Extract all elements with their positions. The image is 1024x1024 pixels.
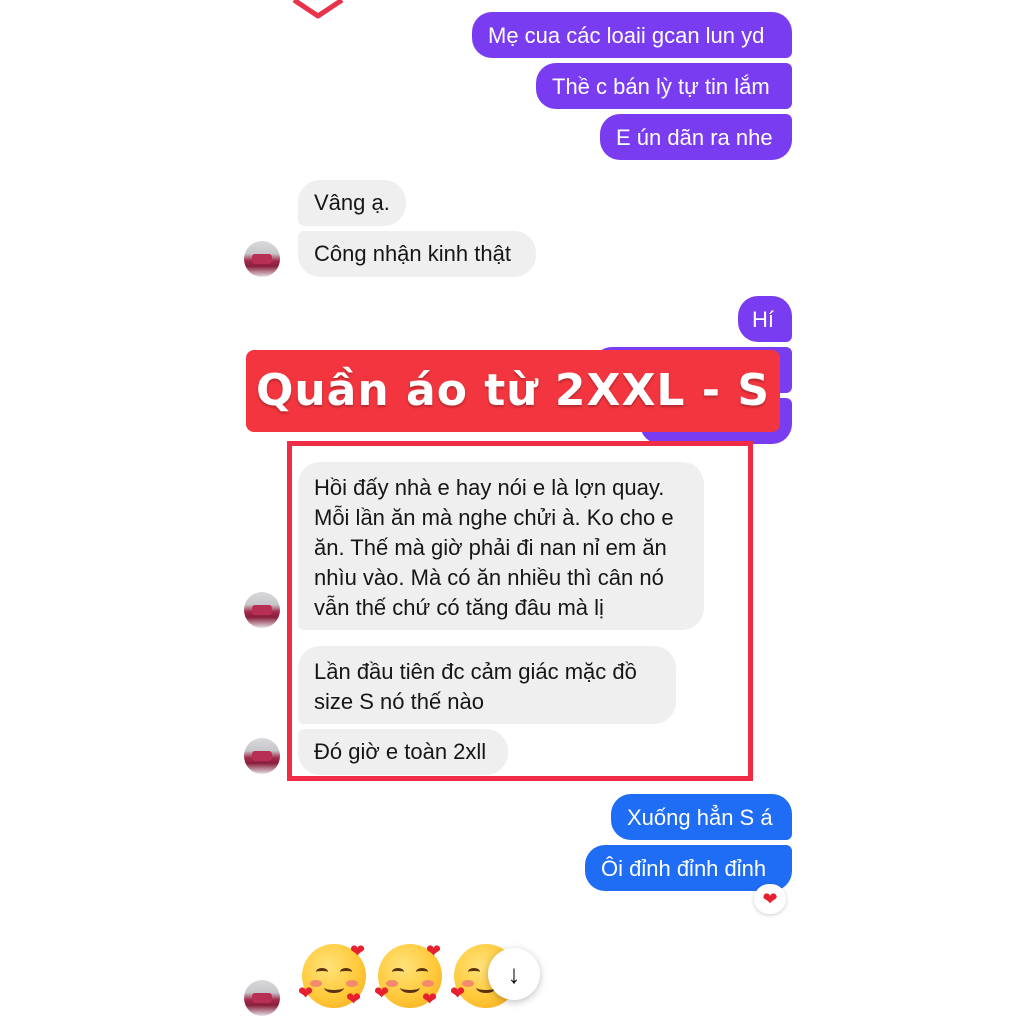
message-incoming[interactable]: Lần đầu tiên đc cảm giác mặc đồ size S n… [298, 646, 676, 724]
scroll-to-bottom-button[interactable]: ↓ [488, 948, 540, 1000]
message-text: Công nhận kinh thật [314, 241, 511, 266]
heart-icon: ❤ [350, 941, 366, 961]
message-text: E ún dãn ra nhe [616, 125, 773, 150]
message-incoming[interactable]: Đó giờ e toàn 2xll [298, 729, 508, 775]
message-text: Lần đầu tiên đc cảm giác mặc đồ size S n… [314, 659, 637, 714]
heart-icon: ❤ [422, 989, 438, 1009]
message-outgoing[interactable]: Hí [738, 296, 792, 342]
message-outgoing[interactable]: Ôi đỉnh đỉnh đỉnh [585, 845, 792, 891]
message-text: Hí [752, 307, 774, 332]
message-incoming[interactable]: Vâng ạ. [298, 180, 406, 226]
heart-icon: ❤ [346, 989, 362, 1009]
message-text: Thề c bán lỳ tự tin lắm [552, 74, 770, 99]
heart-icon: ❤ [426, 941, 442, 961]
heart-icon: ❤ [298, 983, 314, 1003]
message-text: Đó giờ e toàn 2xll [314, 739, 487, 764]
message-incoming[interactable]: Công nhận kinh thật [298, 231, 536, 277]
avatar[interactable] [244, 980, 280, 1016]
message-outgoing[interactable]: Mẹ cua các loaii gcan lun yd [472, 12, 792, 58]
message-text: Ôi đỉnh đỉnh đỉnh [601, 856, 767, 881]
message-text: Xuống hẳn S á [627, 805, 773, 830]
message-outgoing[interactable]: E ún dãn ra nhe [600, 114, 792, 160]
heart-outline-icon [292, 0, 344, 19]
heart-icon: ❤ [374, 983, 390, 1003]
heart-icon: ❤ [450, 983, 466, 1003]
message-text: Hồi đấy nhà e hay nói e là lợn quay. Mỗi… [314, 475, 674, 620]
arrow-down-icon: ↓ [507, 959, 521, 989]
message-outgoing[interactable]: Xuống hẳn S á [611, 794, 792, 840]
avatar[interactable] [244, 592, 280, 628]
heart-reaction-icon[interactable]: ❤ [754, 884, 786, 914]
avatar[interactable] [244, 241, 280, 277]
message-text: Mẹ cua các loaii gcan lun yd [488, 23, 765, 48]
avatar[interactable] [244, 738, 280, 774]
message-text: Vâng ạ. [314, 190, 390, 215]
overlay-banner: Quần áo từ 2XXL - S [246, 350, 780, 432]
message-incoming[interactable]: Hồi đấy nhà e hay nói e là lợn quay. Mỗi… [298, 462, 704, 630]
message-outgoing[interactable]: Thề c bán lỳ tự tin lắm [536, 63, 792, 109]
